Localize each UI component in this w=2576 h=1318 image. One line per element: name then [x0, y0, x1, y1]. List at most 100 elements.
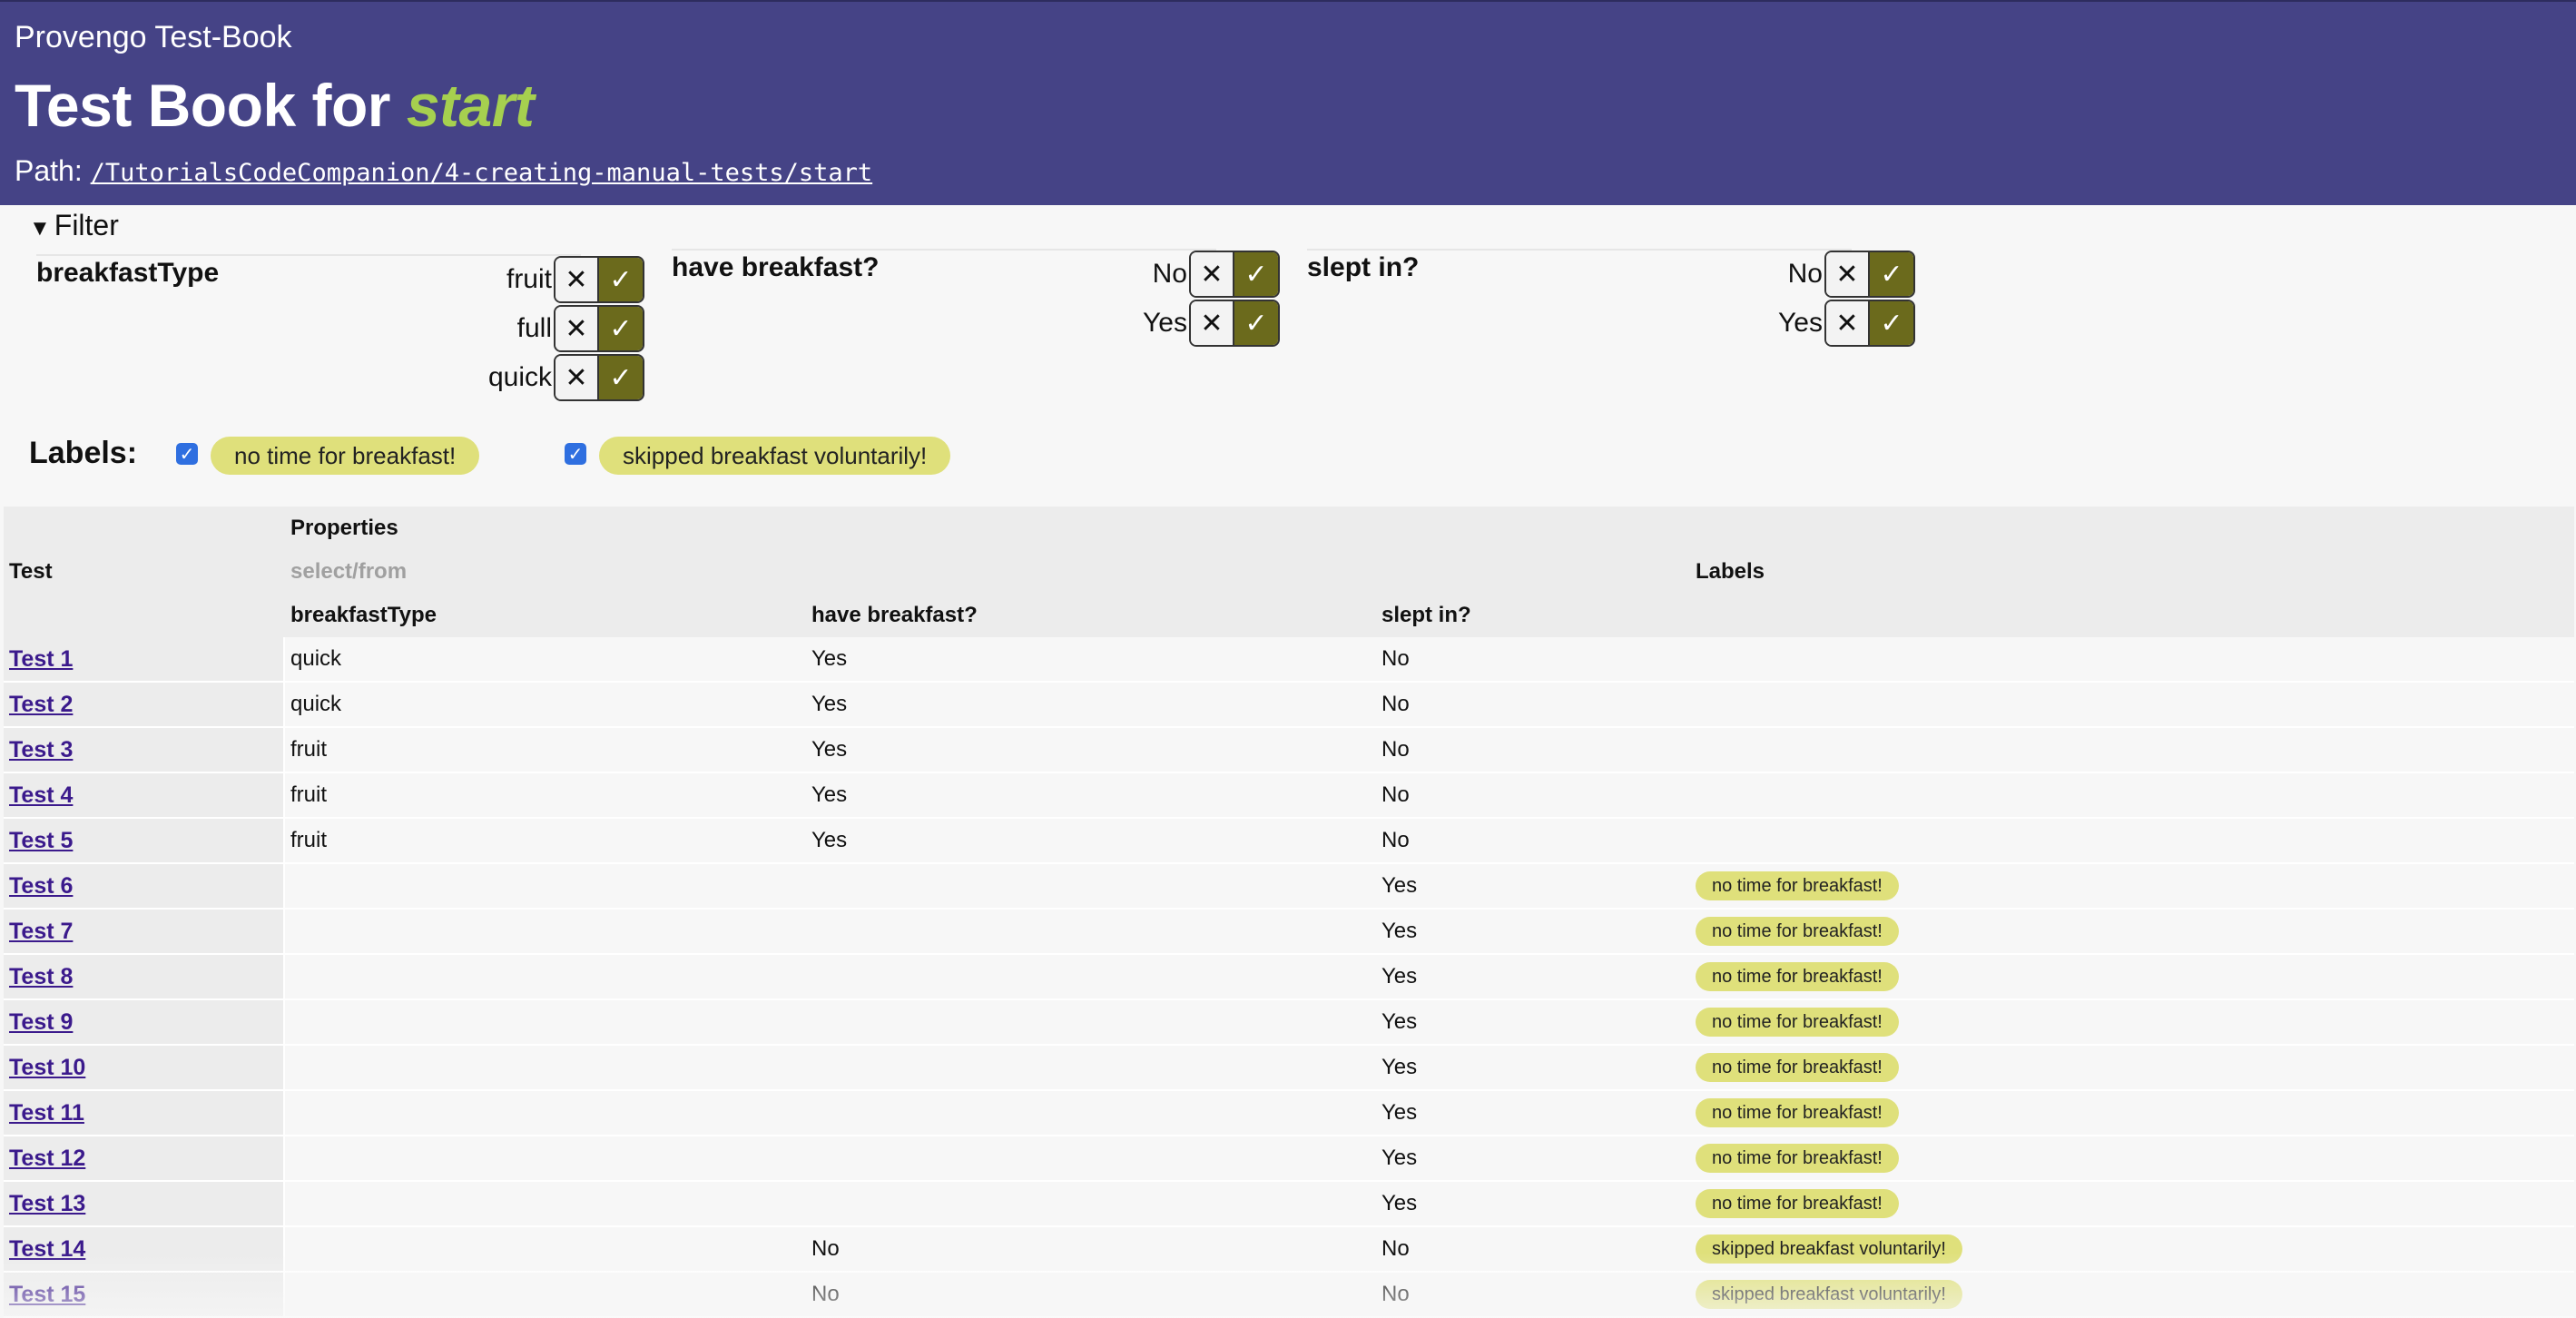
include-check-icon[interactable]: ✓	[599, 307, 643, 350]
have-breakfast-cell	[806, 1046, 1376, 1091]
page-header: Provengo Test-Book Test Book for start P…	[0, 0, 2576, 205]
labels-cell: no time for breakfast!	[1690, 1046, 2574, 1091]
header-properties: Properties	[285, 507, 1690, 550]
exclude-x-icon[interactable]: ✕	[1826, 252, 1870, 296]
label-checkbox[interactable]: ✓	[176, 443, 198, 465]
table-row: Test 10 Yes no time for breakfast!	[4, 1046, 2574, 1091]
test-link[interactable]: Test 13	[9, 1191, 85, 1216]
test-cell: Test 14	[4, 1227, 285, 1273]
test-link[interactable]: Test 3	[9, 737, 73, 762]
exclude-x-icon[interactable]: ✕	[1191, 301, 1234, 345]
filter-toggle[interactable]: ▼ Filter	[29, 209, 119, 242]
test-cell: Test 3	[4, 728, 285, 773]
labels-cell: no time for breakfast!	[1690, 1000, 2574, 1046]
filter-option-label: fruit	[506, 264, 552, 294]
table-row: Test 1 quick Yes No	[4, 637, 2574, 683]
test-link[interactable]: Test 12	[9, 1146, 85, 1171]
slept-in-cell: Yes	[1376, 955, 1690, 1000]
include-exclude-toggle: ✕ ✓	[1824, 251, 1915, 298]
have-breakfast-cell: Yes	[806, 819, 1376, 864]
slept-in-cell: No	[1376, 637, 1690, 683]
labels-cell	[1690, 819, 2574, 864]
label-pill: no time for breakfast!	[1696, 1189, 1899, 1218]
brand-name: Provengo Test-Book	[15, 20, 292, 54]
table-row: Test 7 Yes no time for breakfast!	[4, 910, 2574, 955]
include-check-icon[interactable]: ✓	[1234, 252, 1278, 296]
exclude-x-icon[interactable]: ✕	[1826, 301, 1870, 345]
header-select-from: select/from	[285, 550, 1690, 594]
test-link[interactable]: Test 8	[9, 964, 73, 989]
path-link[interactable]: /TutorialsCodeCompanion/4-creating-manua…	[91, 159, 873, 187]
labels-cell: no time for breakfast!	[1690, 864, 2574, 910]
exclude-x-icon[interactable]: ✕	[556, 307, 599, 350]
include-check-icon[interactable]: ✓	[1234, 301, 1278, 345]
have-breakfast-cell	[806, 864, 1376, 910]
test-link[interactable]: Test 11	[9, 1100, 84, 1126]
label-checkbox[interactable]: ✓	[565, 443, 586, 465]
table-row: Test 5 fruit Yes No	[4, 819, 2574, 864]
include-check-icon[interactable]: ✓	[1870, 252, 1913, 296]
slept-in-cell: No	[1376, 683, 1690, 728]
filter-option-quick: quick ✕ ✓	[36, 354, 644, 401]
test-link[interactable]: Test 1	[9, 646, 73, 672]
filter-group-slept-in: slept in? No ✕ ✓ Yes ✕ ✓	[1307, 249, 1915, 350]
include-check-icon[interactable]: ✓	[599, 356, 643, 399]
test-link[interactable]: Test 2	[9, 692, 73, 717]
test-cell: Test 2	[4, 683, 285, 728]
label-pill: no time for breakfast!	[1696, 1053, 1899, 1082]
have-breakfast-cell	[806, 1182, 1376, 1227]
breakfast-type-cell	[285, 1227, 806, 1273]
test-link[interactable]: Test 10	[9, 1055, 85, 1080]
test-link[interactable]: Test 4	[9, 782, 73, 808]
title-model-name: start	[406, 72, 535, 139]
labels-cell: no time for breakfast!	[1690, 1091, 2574, 1136]
filter-option-full: full ✕ ✓	[36, 305, 644, 352]
test-link[interactable]: Test 6	[9, 873, 73, 899]
table-row: Test 11 Yes no time for breakfast!	[4, 1091, 2574, 1136]
include-check-icon[interactable]: ✓	[599, 258, 643, 301]
table-row: Test 3 fruit Yes No	[4, 728, 2574, 773]
include-exclude-toggle: ✕ ✓	[554, 305, 644, 352]
include-exclude-toggle: ✕ ✓	[1824, 300, 1915, 347]
have-breakfast-cell	[806, 1091, 1376, 1136]
labels-cell: skipped breakfast voluntarily!	[1690, 1273, 2574, 1318]
slept-in-cell: No	[1376, 728, 1690, 773]
expand-triangle-icon: ▼	[29, 216, 51, 241]
labels-cell	[1690, 728, 2574, 773]
breakfast-type-cell: quick	[285, 683, 806, 728]
test-link[interactable]: Test 9	[9, 1009, 73, 1035]
exclude-x-icon[interactable]: ✕	[556, 258, 599, 301]
include-check-icon[interactable]: ✓	[1870, 301, 1913, 345]
test-table: Test Properties Labels select/from break…	[4, 507, 2574, 1318]
label-pill: no time for breakfast!	[1696, 1008, 1899, 1037]
filter-option-fruit: fruit ✕ ✓	[36, 256, 644, 303]
breakfast-type-cell: fruit	[285, 773, 806, 819]
breakfast-type-cell	[285, 955, 806, 1000]
table-row: Test 2 quick Yes No	[4, 683, 2574, 728]
breakfast-type-cell: fruit	[285, 728, 806, 773]
table-row: Test 15 No No skipped breakfast voluntarily…	[4, 1273, 2574, 1318]
table-row: Test 9 Yes no time for breakfast!	[4, 1000, 2574, 1046]
test-link[interactable]: Test 5	[9, 828, 73, 853]
filter-option-label: Yes	[1143, 308, 1187, 338]
have-breakfast-cell: Yes	[806, 773, 1376, 819]
exclude-x-icon[interactable]: ✕	[556, 356, 599, 399]
labels-cell: no time for breakfast!	[1690, 1182, 2574, 1227]
have-breakfast-cell	[806, 1000, 1376, 1046]
test-link[interactable]: Test 7	[9, 919, 73, 944]
test-link[interactable]: Test 15	[9, 1282, 85, 1307]
include-exclude-toggle: ✕ ✓	[554, 354, 644, 401]
slept-in-cell: No	[1376, 819, 1690, 864]
exclude-x-icon[interactable]: ✕	[1191, 252, 1234, 296]
slept-in-cell: Yes	[1376, 1136, 1690, 1182]
table-row: Test 14 No No skipped breakfast voluntarily…	[4, 1227, 2574, 1273]
label-pill: no time for breakfast!	[1696, 1144, 1899, 1173]
breakfast-type-cell: quick	[285, 637, 806, 683]
test-cell: Test 8	[4, 955, 285, 1000]
test-link[interactable]: Test 14	[9, 1236, 85, 1262]
column-header: breakfastType	[285, 594, 806, 637]
page-title: Test Book for start	[15, 71, 535, 140]
test-cell: Test 13	[4, 1182, 285, 1227]
label-filter-no-time: ✓ no time for breakfast!	[176, 436, 480, 476]
have-breakfast-cell: Yes	[806, 683, 1376, 728]
